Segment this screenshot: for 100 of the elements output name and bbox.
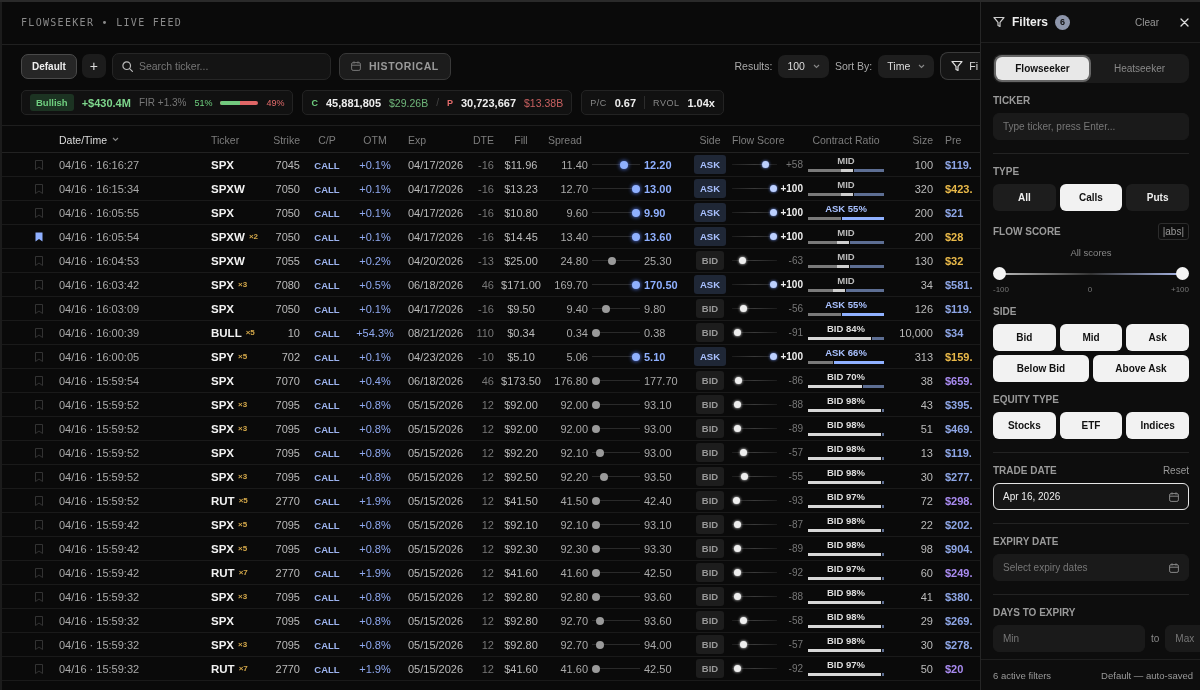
input-field[interactable]: Select expiry dates [1003,555,1163,580]
preset-tab[interactable]: Default [21,53,77,79]
ticker-symbol: SPX [211,638,234,651]
ratio-label: ASK 55% [825,298,867,310]
option-button[interactable]: Stocks [993,412,1056,439]
spread-marker[interactable] [620,160,628,169]
spread-marker[interactable] [596,448,604,457]
search-field[interactable]: Search ticker... [138,53,321,79]
text-field[interactable]: Max [1165,625,1200,652]
column-header[interactable]: Size [912,133,933,146]
option-button[interactable]: Mid [1059,324,1123,351]
ticker-symbol: RUT [211,494,235,507]
days-to-expiry: -13 [478,254,494,267]
column-header[interactable]: Strike [273,133,300,146]
call-premium: $29.26B [389,96,429,109]
bookmark-icon[interactable] [35,231,43,242]
column-header[interactable]: Date/Time [59,133,108,146]
column-header[interactable]: Exp [408,133,427,146]
bid-price: 176.80 [553,374,588,387]
clear-button[interactable]: Clear [1135,16,1159,28]
text-field[interactable]: Min [993,625,1145,652]
spread-marker[interactable] [592,568,600,577]
column-header[interactable]: Side [699,133,721,146]
text-field[interactable]: Type ticker, press Enter... [993,113,1189,140]
put-premium: $13.38B [524,96,564,109]
trade-count: ×5 [238,520,248,529]
expiry-date: 05/15/2026 [408,566,464,579]
spread-marker[interactable] [592,520,600,529]
spread-marker[interactable] [602,304,610,313]
side-tag: BID [695,251,725,270]
date-field[interactable]: Apr 16, 2026 [993,483,1189,510]
ask-price: 94.00 [644,638,672,651]
add-button[interactable]: + [81,54,106,78]
spread-marker[interactable] [592,664,600,673]
spread-marker[interactable] [596,640,604,649]
spread-marker[interactable] [632,352,640,361]
slider-thumb[interactable] [1176,267,1189,280]
spread-marker[interactable] [592,400,600,409]
trade-size: 34 [920,278,933,291]
results-select[interactable]: 100 [778,54,829,78]
input-field[interactable]: Min [1003,626,1135,651]
column-header[interactable]: Fill [514,133,528,146]
filters-button[interactable]: Fi [940,52,980,80]
option-button[interactable]: All [993,184,1056,211]
section-label: TYPE [993,166,1020,177]
spread-marker[interactable] [608,256,616,265]
historical-button[interactable]: HISTORICAL [338,52,451,80]
mode-tab[interactable]: Flowseeker [996,57,1089,80]
timestamp: 04/16 · 15:59:42 [59,542,140,555]
column-header[interactable]: Ticker [211,133,240,146]
bid-price: 9.40 [565,302,588,315]
range-slider[interactable] [993,267,1189,280]
bid-price: 12.70 [559,182,588,195]
close-icon[interactable] [1180,17,1189,27]
spread-marker[interactable] [600,472,608,481]
spread-marker[interactable] [592,424,600,433]
option-button[interactable]: ETF [1059,412,1123,439]
spread-marker[interactable] [592,376,600,385]
spread-marker[interactable] [632,184,640,193]
option-button[interactable]: Bid [993,324,1056,351]
column-header[interactable]: Flow Score [732,133,785,146]
input-field[interactable]: Max [1175,626,1200,651]
option-button[interactable]: Indices [1126,412,1189,439]
ticker-symbol: SPXW [211,230,245,243]
spread-marker[interactable] [592,496,600,505]
mode-tab[interactable]: Heatseeker [1093,57,1186,80]
spread-marker[interactable] [592,592,600,601]
slider-thumb[interactable] [993,267,1006,280]
option-button[interactable]: Below Bid [993,355,1089,382]
days-to-expiry: 12 [481,662,494,675]
column-header[interactable]: DTE [473,133,494,146]
option-button[interactable]: Calls [1059,184,1123,211]
spread-marker[interactable] [632,232,640,241]
sort-select[interactable]: Time [878,54,935,78]
column-header[interactable]: Pre [945,133,962,146]
option-button[interactable]: Puts [1126,184,1189,211]
spread-marker[interactable] [596,616,604,625]
spread-marker[interactable] [632,280,640,289]
column-header[interactable]: C/P [318,133,336,146]
timestamp: 04/16 · 15:59:52 [59,494,140,507]
ticker-symbol: BULL [211,326,242,339]
option-type: CALL [314,159,340,171]
input-field[interactable]: Apr 16, 2026 [1003,484,1163,509]
date-field[interactable]: Select expiry dates [993,554,1189,581]
trade-size: 13 [920,446,933,459]
option-button[interactable]: Above Ask [1093,355,1189,382]
reset-button[interactable]: Reset [1162,465,1189,476]
trade-size: 38 [920,374,933,387]
abs-toggle[interactable]: |abs| [1157,223,1189,240]
bid-price: 92.00 [559,398,588,411]
premium: $380. [945,590,973,603]
spread-marker[interactable] [592,544,600,553]
spread-marker[interactable] [632,208,640,217]
search-box[interactable]: Search ticker... [111,52,331,80]
column-header[interactable]: Contract Ratio [812,133,880,146]
column-header[interactable]: OTM [363,133,387,146]
input-field[interactable]: Type ticker, press Enter... [1003,114,1179,139]
option-button[interactable]: Ask [1126,324,1189,351]
column-header[interactable]: Spread [548,133,582,146]
spread-marker[interactable] [592,328,600,337]
